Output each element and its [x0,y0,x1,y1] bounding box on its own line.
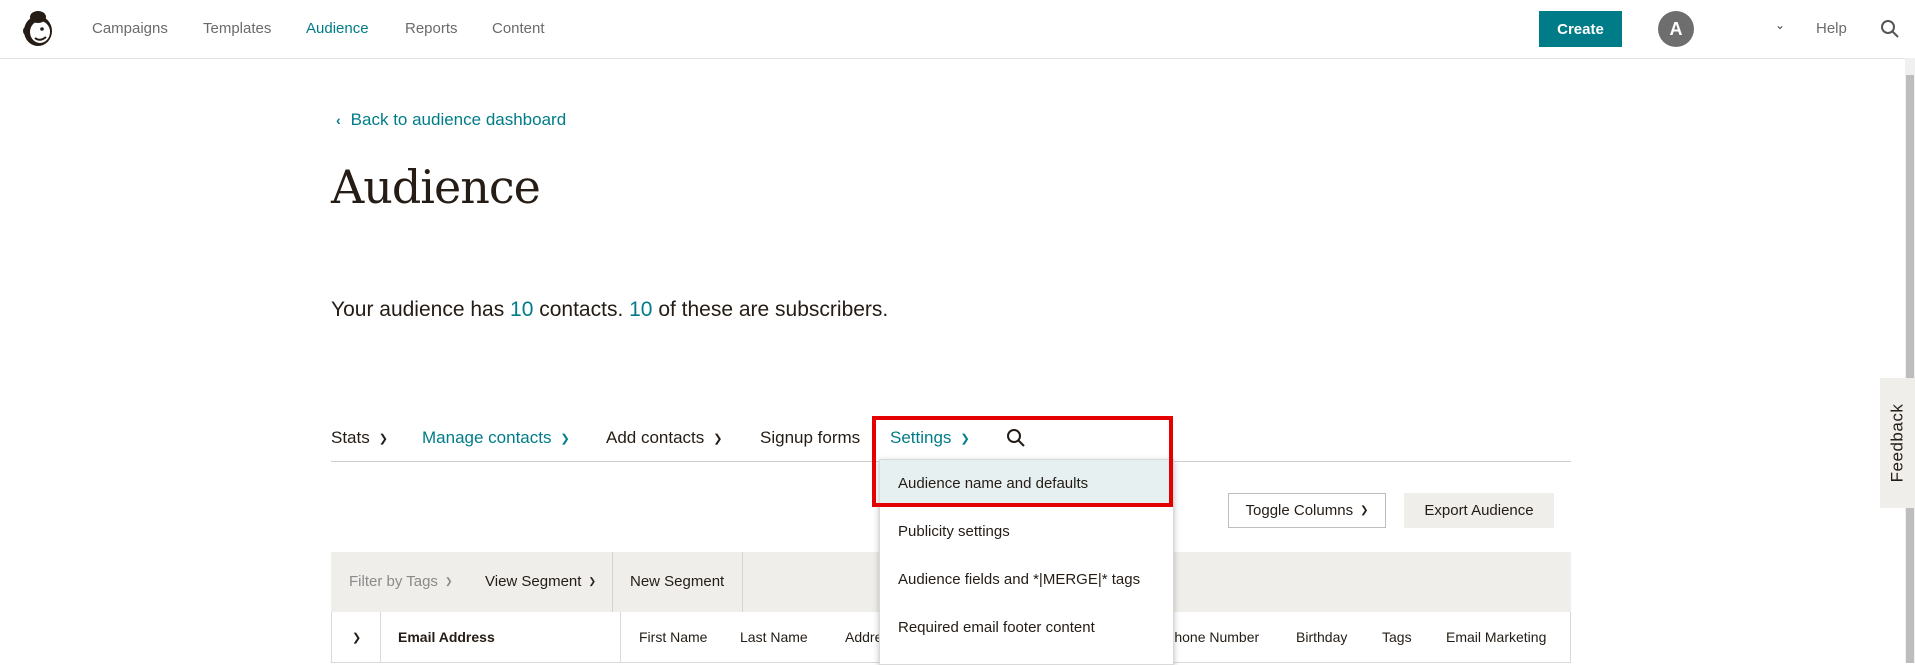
stats-label: Stats [331,428,370,447]
chevron-down-icon: ❯ [444,576,453,586]
page-scrollbar-thumb[interactable] [1906,75,1914,663]
chevron-left-icon: ‹ [336,112,341,128]
search-icon[interactable] [1880,19,1900,39]
menu-item-email-footer[interactable]: Required email footer content [880,604,1173,650]
audience-summary: Your audience has 10 contacts. 10 of the… [331,298,888,322]
filter-by-tags[interactable]: Filter by Tags ❯ [349,573,452,590]
nav-campaigns[interactable]: Campaigns [92,20,168,37]
top-navigation [0,0,1915,59]
column-divider [620,612,621,663]
export-audience-button[interactable]: Export Audience [1404,493,1554,528]
column-first-name[interactable]: First Name [639,629,707,645]
feedback-tab[interactable]: Feedback [1880,378,1915,508]
chevron-down-icon: ❯ [713,432,723,445]
select-all-chevron-icon[interactable]: ❯ [352,631,361,644]
column-tags[interactable]: Tags [1382,629,1412,645]
new-segment-label: New Segment [630,573,725,590]
mailchimp-logo-icon[interactable] [18,9,58,49]
summary-prefix: Your audience has [331,298,511,321]
chevron-down-icon: ❯ [1360,505,1369,516]
summary-mid: contacts. [533,298,630,321]
column-divider [380,612,381,663]
back-link-label: Back to audience dashboard [350,110,567,129]
column-birthday[interactable]: Birthday [1296,629,1347,645]
new-segment-button[interactable]: New Segment [630,573,724,590]
column-last-name[interactable]: Last Name [740,629,808,645]
feedback-label: Feedback [1887,403,1907,483]
chevron-down-icon: ❯ [588,576,596,586]
view-segment-dropdown[interactable]: View Segment ❯ [485,573,596,590]
signup-forms-label: Signup forms [760,428,861,447]
column-phone-number[interactable]: Phone Number [1165,629,1259,645]
help-link[interactable]: Help [1816,20,1847,37]
manage-contacts-label: Manage contacts [422,428,552,447]
filter-tags-label: Filter by Tags [349,573,438,590]
subscribers-count[interactable]: 10 [629,298,652,321]
signup-forms-link[interactable]: Signup forms [760,428,860,448]
chevron-down-icon: ❯ [378,432,388,445]
chevron-down-icon: ❯ [560,432,570,445]
contacts-count[interactable]: 10 [510,298,533,321]
add-contacts-menu[interactable]: Add contacts ❯ [606,428,723,448]
account-chevron-down-icon[interactable]: ⌄ [1775,18,1785,32]
nav-audience[interactable]: Audience [306,20,369,37]
summary-suffix: of these are subscribers. [652,298,889,321]
toggle-columns-button[interactable]: Toggle Columns ❯ [1228,493,1386,528]
column-email-address[interactable]: Email Address [398,629,495,645]
menu-item-publicity-settings[interactable]: Publicity settings [880,508,1173,554]
create-button[interactable]: Create [1539,11,1622,47]
page-title: Audience [331,160,541,214]
toggle-columns-label: Toggle Columns [1245,502,1354,519]
stats-menu[interactable]: Stats ❯ [331,428,388,448]
column-email-marketing[interactable]: Email Marketing [1446,629,1546,645]
nav-templates[interactable]: Templates [203,20,271,37]
avatar[interactable]: A [1658,11,1694,47]
nav-content[interactable]: Content [492,20,545,37]
nav-reports[interactable]: Reports [405,20,458,37]
filter-divider [612,552,613,612]
highlight-box [872,416,1173,507]
manage-contacts-menu[interactable]: Manage contacts ❯ [422,428,570,448]
menu-item-audience-fields[interactable]: Audience fields and *|MERGE|* tags [880,556,1173,602]
view-segment-label: View Segment [485,573,582,590]
add-contacts-label: Add contacts [606,428,705,447]
back-to-dashboard-link[interactable]: ‹ Back to audience dashboard [336,110,566,130]
filter-divider [742,552,743,612]
